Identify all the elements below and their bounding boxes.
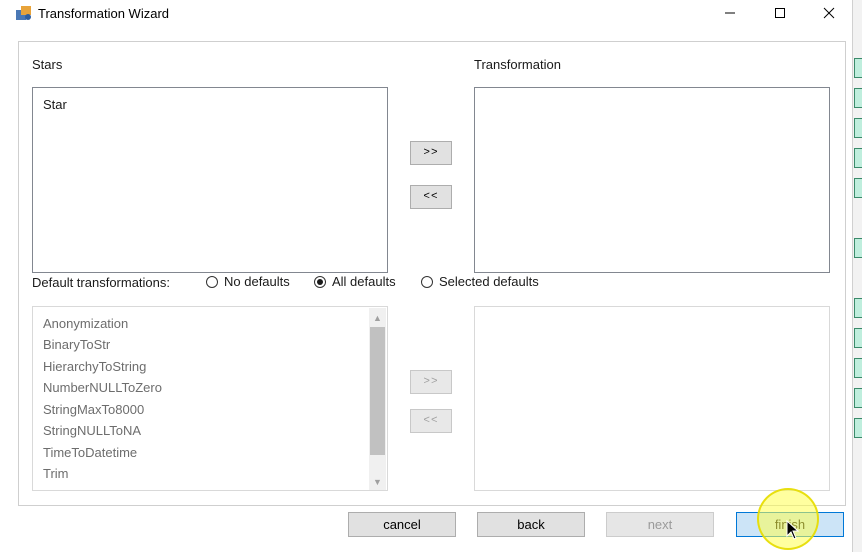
radio-label: Selected defaults [439,274,539,289]
list-item: BinaryToStr [43,337,111,352]
mouse-cursor-icon [786,520,800,540]
add-default-button: >> [410,370,452,394]
available-defaults-list: Anonymization BinaryToStr HierarchyToStr… [32,306,388,491]
radio-all-defaults[interactable]: All defaults [314,274,396,289]
list-item: TimeToDatetime [43,445,138,460]
back-button[interactable]: back [477,512,585,537]
list-item: StringNULLToNA [43,423,142,438]
scroll-up-icon: ▲ [373,312,382,323]
transformation-label: Transformation [474,57,561,72]
close-icon [823,7,835,19]
next-button: next [606,512,714,537]
radio-selected-defaults[interactable]: Selected defaults [421,274,539,289]
stars-list[interactable]: Star [32,87,388,273]
list-item: StringMaxTo8000 [43,402,145,417]
title-bar: Transformation Wizard [0,0,856,26]
add-star-button[interactable]: >> [410,141,452,165]
minimize-icon [725,12,735,14]
transformation-list[interactable] [474,87,830,273]
list-item: Trim [43,466,69,481]
cancel-button[interactable]: cancel [348,512,456,537]
maximize-button[interactable] [757,0,803,26]
list-item: HierarchyToString [43,359,147,374]
radio-circle [206,275,218,288]
default-transformations-label: Default transformations: [32,275,171,290]
scrollbar: ▲ ▼ [369,308,386,490]
radio-label: All defaults [332,274,396,289]
click-highlight [757,488,819,550]
background-window-edge [852,0,862,552]
list-item: NumberNULLToZero [43,380,162,395]
close-button[interactable] [806,0,852,26]
list-item: Anonymization [43,316,129,331]
radio-no-defaults[interactable]: No defaults [206,274,290,289]
scroll-down-icon: ▼ [373,476,382,487]
maximize-icon [775,8,785,18]
radio-circle-selected [314,275,326,288]
stars-label: Stars [32,57,63,72]
remove-star-button[interactable]: << [410,185,452,209]
scrollbar-thumb [370,327,385,455]
minimize-button[interactable] [707,0,753,26]
radio-circle [421,275,433,288]
list-item[interactable]: Star [43,97,67,112]
wizard-app-icon [16,6,31,20]
selected-defaults-list [474,306,830,491]
remove-default-button: << [410,409,452,433]
window-title: Transformation Wizard [38,6,169,21]
radio-label: No defaults [224,274,290,289]
